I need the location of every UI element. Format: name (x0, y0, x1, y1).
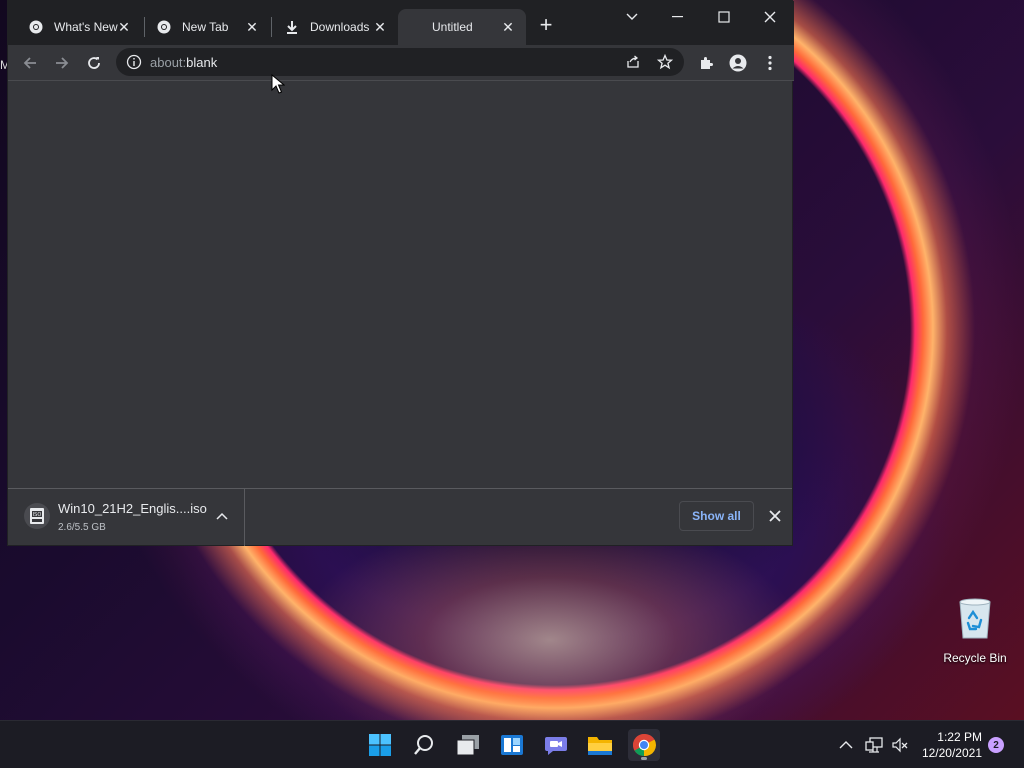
search-button[interactable] (408, 729, 440, 761)
bookmark-star-icon[interactable] (656, 53, 674, 71)
download-icon (284, 19, 300, 35)
extensions-button[interactable] (694, 51, 718, 75)
menu-button[interactable] (758, 51, 782, 75)
running-indicator (641, 757, 647, 760)
file-explorer-button[interactable] (584, 729, 616, 761)
widgets-icon (501, 735, 523, 755)
arrow-left-icon (23, 57, 36, 69)
tab-untitled[interactable]: Untitled ✕ (398, 9, 526, 45)
back-button[interactable] (18, 51, 42, 75)
chevron-up-icon[interactable] (213, 507, 231, 525)
show-hidden-icons-button[interactable] (836, 735, 856, 755)
chevron-down-icon (626, 13, 638, 20)
search-icon (414, 735, 433, 755)
reload-button[interactable] (82, 51, 106, 75)
system-clock[interactable]: 1:22 PM 12/20/2021 (916, 729, 982, 761)
info-icon[interactable] (126, 54, 142, 70)
address-text[interactable]: about:blank (150, 55, 217, 70)
new-tab-button[interactable]: + (536, 14, 556, 36)
chrome-icon (156, 19, 172, 35)
close-icon[interactable]: ✕ (500, 19, 516, 35)
taskbar: 1:22 PM 12/20/2021 2 (0, 720, 1024, 768)
puzzle-icon (701, 57, 713, 69)
volume-muted-icon[interactable] (890, 735, 910, 755)
tab-search-button[interactable] (612, 5, 652, 29)
clock-date: 12/20/2021 (921, 746, 982, 760)
tab-label: New Tab (182, 20, 229, 34)
mouse-cursor-icon (271, 74, 285, 94)
svg-text:ISO: ISO (33, 512, 42, 518)
task-view-button[interactable] (452, 729, 484, 761)
address-bar[interactable]: about:blank (116, 48, 684, 76)
chat-icon (545, 737, 567, 755)
avatar-icon (729, 54, 747, 72)
download-shelf: ISO Win10_21H2_Englis....iso 2.6/5.5 GB … (8, 488, 792, 546)
clock-time: 1:22 PM (937, 730, 982, 744)
download-item[interactable]: ISO Win10_21H2_Englis....iso 2.6/5.5 GB (8, 489, 245, 546)
browser-window: What's New ✕ New Tab ✕ Downloads ✕ Untit… (7, 0, 794, 546)
tab-whats-new[interactable]: What's New ✕ (14, 9, 142, 45)
start-icon (369, 734, 391, 756)
download-progress-text: 2.6/5.5 GB (58, 522, 106, 533)
chrome-icon (28, 19, 44, 35)
notification-badge[interactable]: 2 (988, 737, 1004, 753)
window-close-button[interactable] (750, 5, 790, 29)
arrow-right-icon (56, 57, 69, 69)
reload-icon (88, 57, 100, 69)
forward-button[interactable] (50, 51, 74, 75)
chevron-up-icon (839, 741, 853, 749)
profile-button[interactable] (726, 51, 750, 75)
share-icon[interactable] (624, 53, 642, 71)
recycle-bin-icon (959, 598, 991, 639)
tab-downloads[interactable]: Downloads ✕ (270, 9, 398, 45)
maximize-icon (718, 11, 730, 23)
close-shelf-button[interactable] (766, 507, 784, 525)
iso-file-icon: ISO (24, 503, 50, 529)
tab-new-tab[interactable]: New Tab ✕ (142, 9, 270, 45)
tab-label: Downloads (310, 20, 370, 34)
close-icon[interactable]: ✕ (244, 19, 260, 35)
page-content[interactable] (8, 81, 792, 488)
browser-toolbar: about:blank (8, 45, 794, 81)
show-all-button[interactable]: Show all (679, 501, 754, 531)
start-button[interactable] (364, 729, 396, 761)
minimize-icon (672, 16, 683, 18)
task-view-icon (456, 735, 479, 756)
recycle-bin-label: Recycle Bin (943, 651, 1007, 665)
chrome-taskbar-button[interactable] (628, 729, 660, 761)
minimize-button[interactable] (658, 5, 698, 29)
close-icon (764, 11, 776, 23)
file-explorer-icon (588, 737, 612, 755)
network-icon[interactable] (864, 735, 884, 755)
chrome-icon (633, 733, 656, 757)
close-icon (769, 510, 781, 522)
kebab-menu-icon (768, 55, 772, 71)
tab-strip: What's New ✕ New Tab ✕ Downloads ✕ Untit… (8, 1, 794, 45)
download-file-name: Win10_21H2_Englis....iso (58, 501, 207, 516)
widgets-button[interactable] (496, 729, 528, 761)
recycle-bin[interactable]: Recycle Bin (942, 596, 1008, 665)
maximize-button[interactable] (704, 5, 744, 29)
chat-button[interactable] (540, 729, 572, 761)
close-icon[interactable]: ✕ (116, 19, 132, 35)
close-icon[interactable]: ✕ (372, 19, 388, 35)
tab-label: Untitled (432, 20, 473, 34)
tab-label: What's New (54, 20, 118, 34)
